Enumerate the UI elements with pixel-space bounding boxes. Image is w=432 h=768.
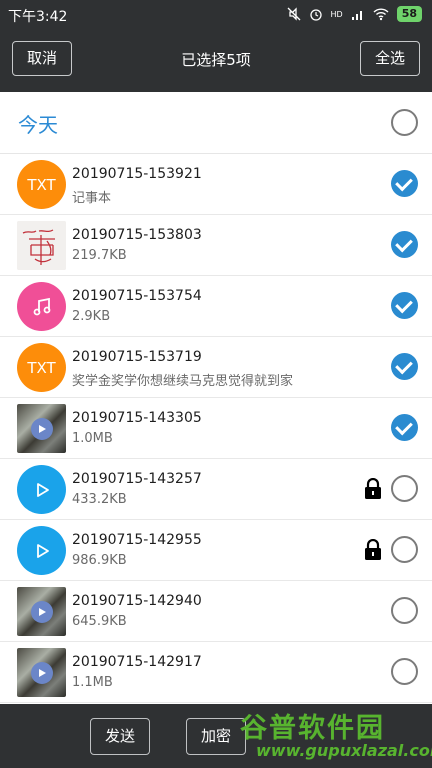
watermark-title: 谷普软件园 bbox=[240, 713, 385, 744]
item-checkbox[interactable] bbox=[391, 597, 418, 624]
file-detail: 986.9KB bbox=[72, 553, 127, 568]
status-time: 下午3:42 bbox=[8, 9, 68, 25]
battery-indicator: 58 bbox=[396, 6, 422, 22]
lock-icon bbox=[365, 478, 381, 499]
play-icon bbox=[17, 465, 66, 514]
video-thumbnail bbox=[17, 587, 66, 636]
play-icon bbox=[17, 526, 66, 575]
file-name: 20190715-142917 bbox=[72, 654, 202, 670]
video-thumbnail bbox=[17, 648, 66, 697]
section-header-today: 今天 bbox=[0, 92, 432, 154]
music-note-icon bbox=[17, 282, 66, 331]
list-item[interactable]: 20190715-142940 645.9KB bbox=[0, 581, 432, 642]
list-item[interactable]: 20190715-153803 219.7KB bbox=[0, 215, 432, 276]
site-watermark: 谷普软件园 www.gupuxlazal.com bbox=[236, 706, 432, 762]
item-checkbox[interactable] bbox=[391, 658, 418, 685]
play-icon bbox=[30, 600, 53, 623]
list-item[interactable]: 20190715-143257 433.2KB bbox=[0, 459, 432, 520]
item-checkbox[interactable] bbox=[391, 414, 418, 441]
file-detail: 433.2KB bbox=[72, 492, 127, 507]
video-thumbnail bbox=[17, 404, 66, 453]
item-checkbox[interactable] bbox=[391, 292, 418, 319]
thumb-text: TXT bbox=[27, 358, 56, 377]
status-bar: 下午3:42 HD 58 bbox=[0, 0, 432, 30]
wifi-icon bbox=[373, 8, 389, 21]
play-icon bbox=[30, 661, 53, 684]
item-checkbox[interactable] bbox=[391, 353, 418, 380]
txt-file-icon: TXT bbox=[17, 343, 66, 392]
watermark-url: www.gupuxlazal.com bbox=[256, 741, 432, 760]
play-icon bbox=[30, 417, 53, 440]
file-detail: 645.9KB bbox=[72, 614, 127, 629]
send-button[interactable]: 发送 bbox=[90, 718, 150, 755]
lock-icon bbox=[365, 539, 381, 560]
file-name: 20190715-153921 bbox=[72, 166, 202, 182]
item-checkbox[interactable] bbox=[391, 231, 418, 258]
list-item[interactable]: 20190715-142955 986.9KB bbox=[0, 520, 432, 581]
list-item[interactable]: TXT 20190715-153719 奖学金奖学你想继续马克思觉得就到家 bbox=[0, 337, 432, 398]
item-checkbox[interactable] bbox=[391, 170, 418, 197]
alarm-icon bbox=[309, 9, 322, 21]
file-detail: 记事本 bbox=[72, 191, 112, 206]
list-item[interactable]: 20190715-143305 1.0MB bbox=[0, 398, 432, 459]
item-checkbox[interactable] bbox=[391, 536, 418, 563]
thumb-text: TXT bbox=[27, 175, 56, 194]
file-name: 20190715-142955 bbox=[72, 532, 202, 548]
file-detail: 1.0MB bbox=[72, 431, 113, 446]
file-name: 20190715-153754 bbox=[72, 288, 202, 304]
selection-toolbar: 取消 已选择5项 全选 bbox=[0, 30, 432, 92]
select-all-button[interactable]: 全选 bbox=[360, 41, 420, 76]
mute-icon bbox=[287, 7, 300, 21]
list-item[interactable]: 20190715-142917 1.1MB bbox=[0, 642, 432, 703]
file-detail: 1.1MB bbox=[72, 675, 113, 690]
list-item[interactable]: 20190715-153754 2.9KB bbox=[0, 276, 432, 337]
signal-hd-label: HD bbox=[330, 9, 343, 19]
file-name: 20190715-142940 bbox=[72, 593, 202, 609]
signal-icon bbox=[351, 11, 362, 20]
item-checkbox[interactable] bbox=[391, 475, 418, 502]
list-item[interactable]: TXT 20190715-153921 记事本 bbox=[0, 154, 432, 215]
file-detail: 2.9KB bbox=[72, 309, 111, 324]
file-name: 20190715-143257 bbox=[72, 471, 202, 487]
handwriting-photo-thumbnail bbox=[17, 221, 66, 270]
file-name: 20190715-143305 bbox=[72, 410, 202, 426]
selection-title: 已选择5项 bbox=[181, 51, 251, 69]
txt-file-icon: TXT bbox=[17, 160, 66, 209]
file-detail: 219.7KB bbox=[72, 248, 127, 263]
status-icons: HD 58 bbox=[287, 6, 422, 22]
cancel-button[interactable]: 取消 bbox=[12, 41, 72, 76]
file-name: 20190715-153803 bbox=[72, 227, 202, 243]
file-detail: 奖学金奖学你想继续马克思觉得就到家 bbox=[72, 374, 294, 389]
section-select-checkbox[interactable] bbox=[391, 109, 418, 136]
file-name: 20190715-153719 bbox=[72, 349, 202, 365]
file-list: TXT 20190715-153921 记事本 20190715-153803 … bbox=[0, 154, 432, 704]
section-label: 今天 bbox=[18, 113, 58, 137]
